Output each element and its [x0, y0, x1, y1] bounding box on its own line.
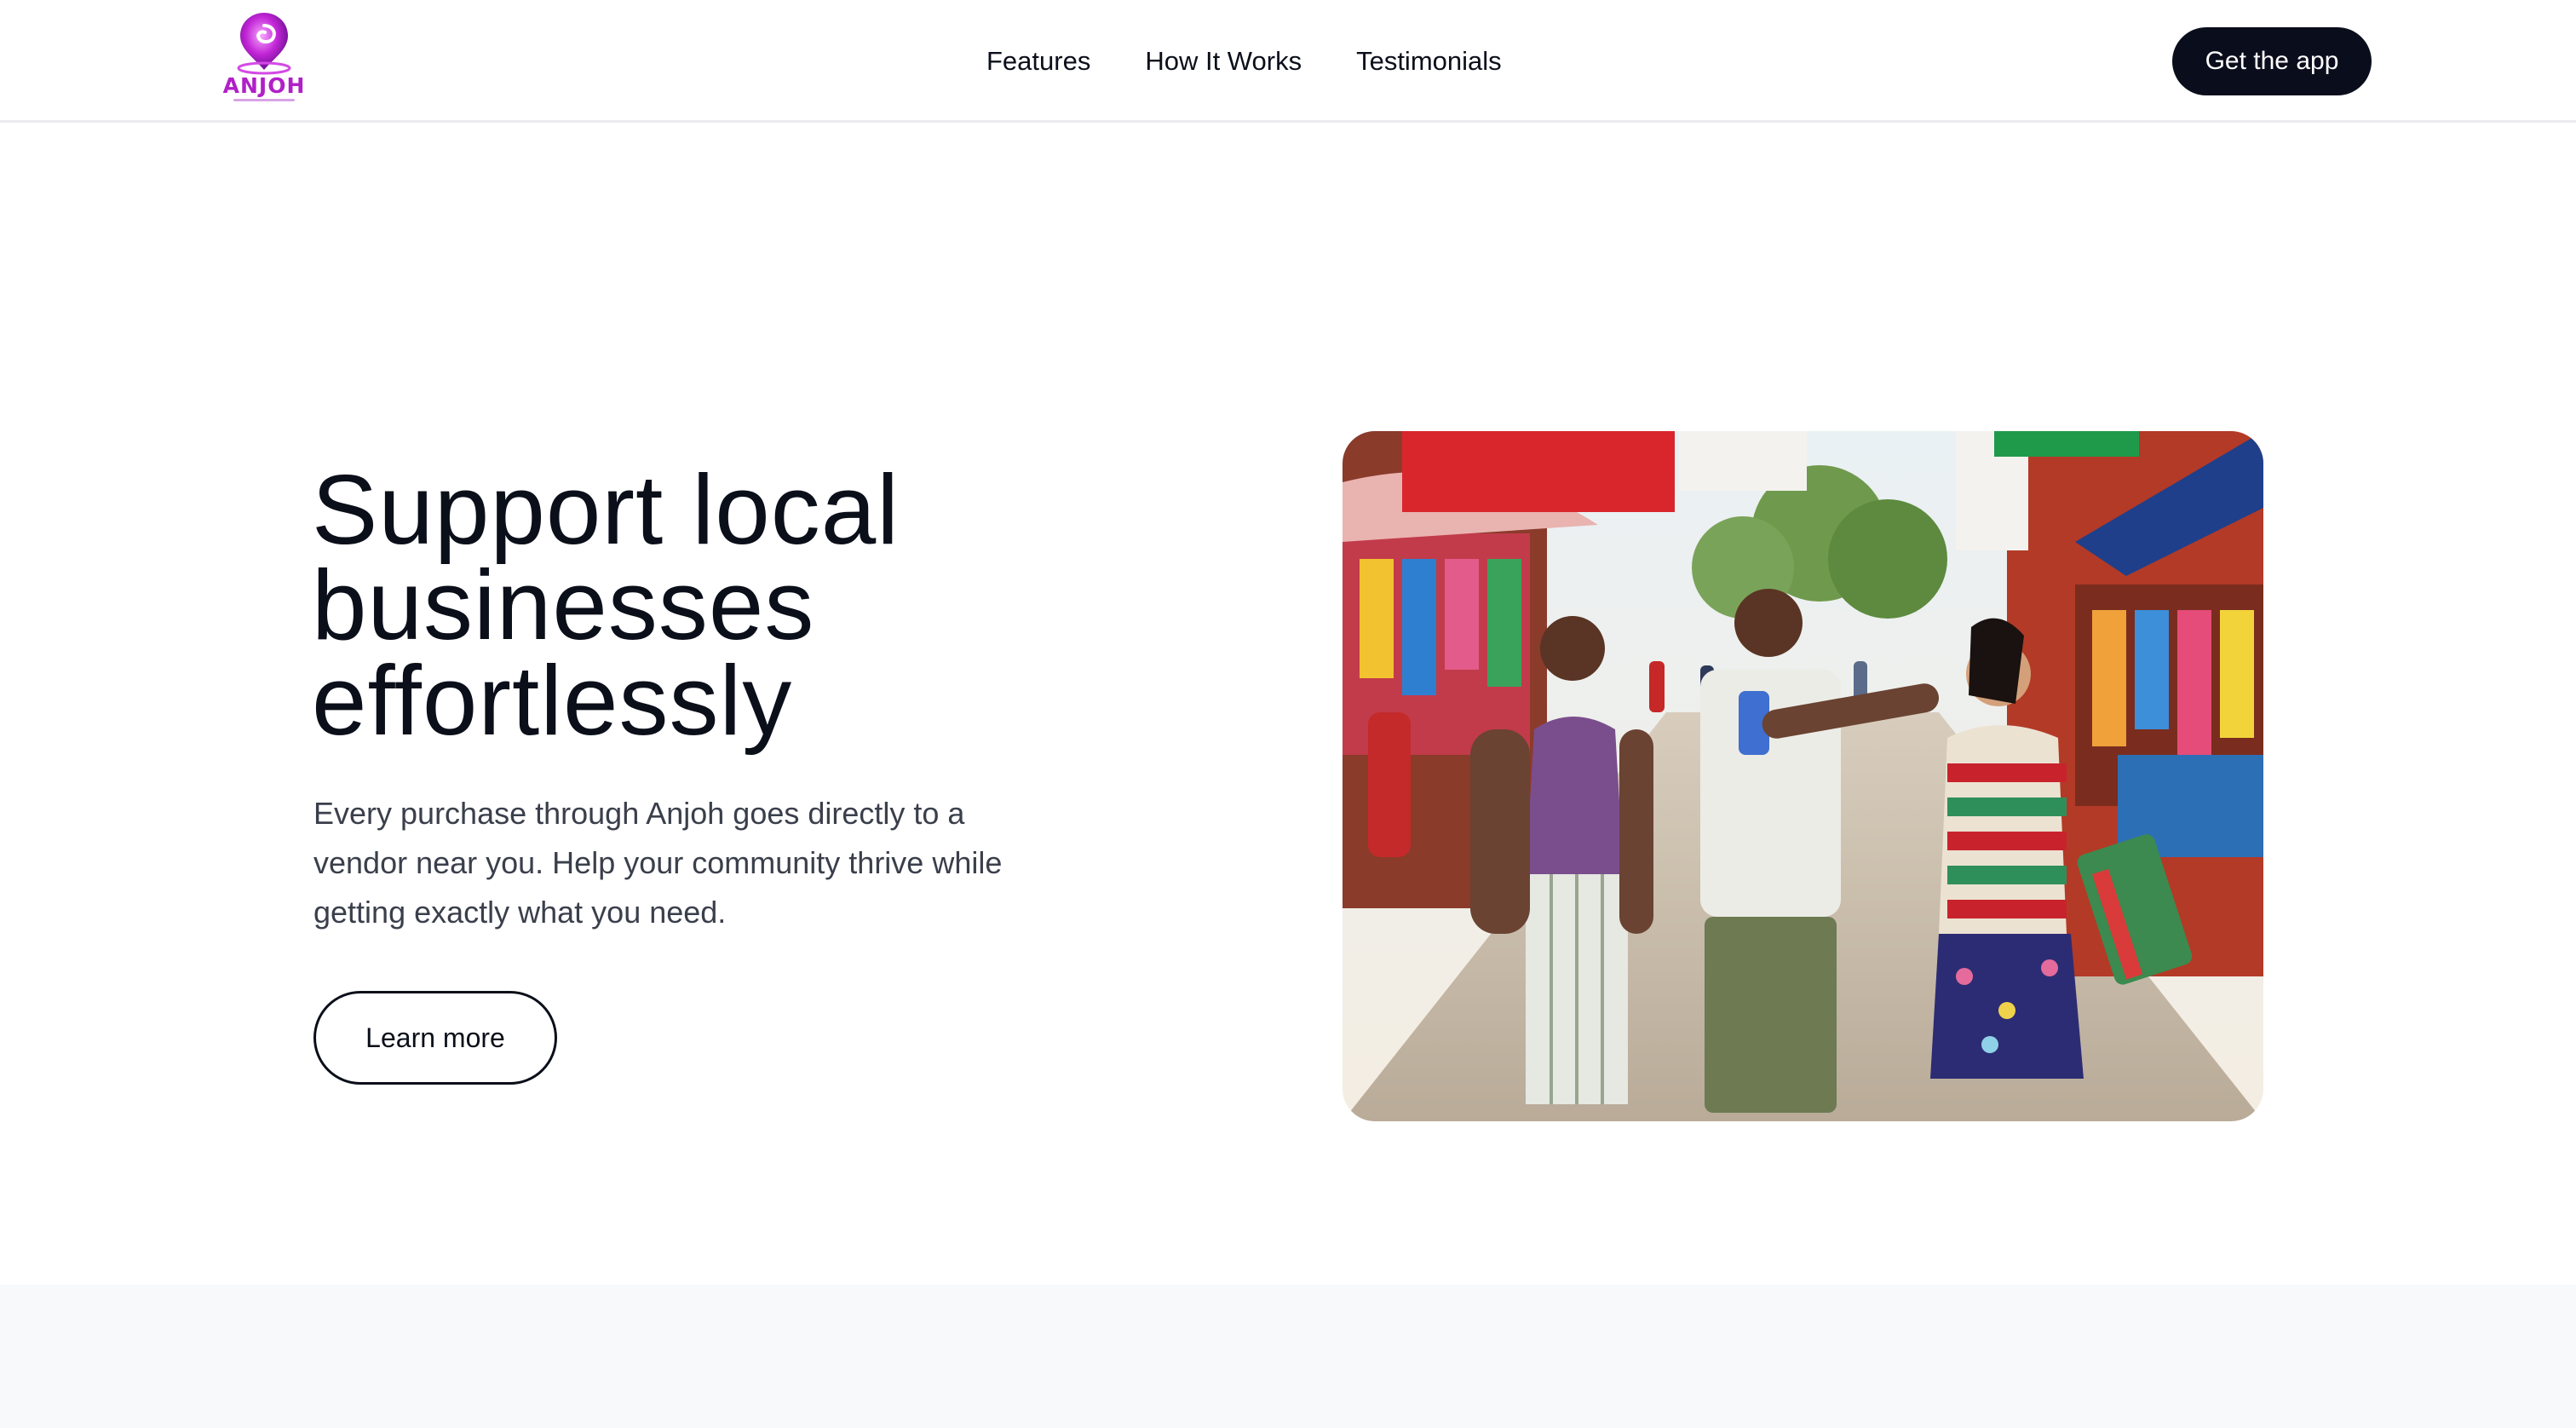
logo-tagline: [233, 99, 295, 101]
hero-title-line: businesses: [312, 550, 815, 660]
site-header: ANJOH Features How It Works Testimonials…: [0, 0, 2576, 123]
market-street-photo-icon: [1343, 431, 2263, 1121]
learn-more-button[interactable]: Learn more: [313, 991, 557, 1085]
hero-title-line: Support local: [312, 454, 900, 565]
hero-title-line: effortlessly: [312, 645, 793, 756]
anjoh-logo[interactable]: ANJOH: [220, 9, 308, 104]
nav-how-it-works[interactable]: How It Works: [1145, 46, 1302, 77]
main-nav: Features How It Works Testimonials: [986, 41, 1502, 82]
hero-title: Support local businesses effortlessly: [312, 454, 1249, 756]
next-section-band: [0, 1285, 2576, 1428]
logo-wordmark: ANJOH: [222, 73, 306, 98]
get-the-app-button[interactable]: Get the app: [2172, 27, 2372, 95]
hero-description: Every purchase through Anjoh goes direct…: [313, 796, 1003, 930]
nav-testimonials[interactable]: Testimonials: [1356, 46, 1502, 77]
nav-features[interactable]: Features: [986, 46, 1090, 77]
hero-image: [1343, 431, 2263, 1121]
swirl-pin-logo-icon: [237, 13, 291, 75]
